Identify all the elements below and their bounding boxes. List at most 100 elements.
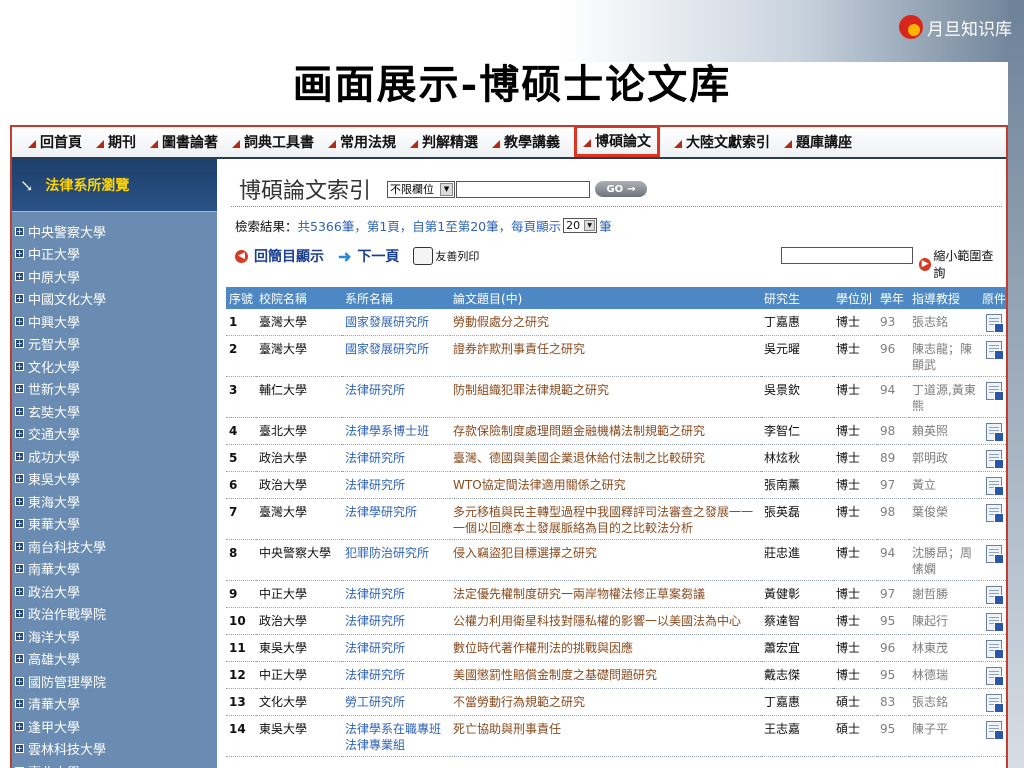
nav-item-6[interactable]: 教學講義	[492, 127, 560, 157]
sidebar-item[interactable]: + 高雄大學	[12, 648, 217, 671]
thesis-title-link[interactable]: 公權力利用衛星科技對隱私權的影響一以美國法為中心	[450, 607, 761, 635]
sidebar-item[interactable]: + 南華大學	[12, 558, 217, 581]
sidebar-item[interactable]: + 逢甲大學	[12, 715, 217, 738]
thesis-title-link[interactable]: 法定優先權制度研究一兩岸物權法修正草案芻議	[450, 580, 761, 608]
expand-icon[interactable]: +	[15, 316, 24, 326]
nav-item-0[interactable]: 回首頁	[28, 127, 82, 157]
sidebar-item[interactable]: + 中正大學	[12, 243, 217, 266]
sidebar-item[interactable]: + 東吳大學	[12, 468, 217, 491]
document-icon[interactable]	[986, 586, 1004, 605]
expand-icon[interactable]: +	[15, 699, 24, 709]
thesis-title-link[interactable]: 不當勞動行為規範之研究	[450, 688, 761, 716]
expand-icon[interactable]: +	[15, 631, 24, 641]
expand-icon[interactable]: +	[15, 249, 24, 259]
sidebar-item[interactable]: + 成功大學	[12, 445, 217, 468]
chevron-down-icon[interactable]: ▼	[440, 182, 454, 196]
sidebar-item[interactable]: + 海洋大學	[12, 625, 217, 648]
print-link[interactable]: 友善列印	[413, 247, 479, 265]
document-icon[interactable]	[986, 314, 1004, 333]
sidebar-item[interactable]: + 南台科技大學	[12, 535, 217, 558]
sidebar-item[interactable]: + 交通大學	[12, 423, 217, 446]
expand-icon[interactable]: +	[15, 429, 24, 439]
thesis-title-link[interactable]: WTO協定間法律適用關係之研究	[450, 471, 761, 499]
chevron-down-icon[interactable]: ▼	[584, 220, 596, 231]
sidebar-item[interactable]: + 世新大學	[12, 378, 217, 401]
thesis-title-link[interactable]: 存款保險制度處理問題金融機構法制規範之研究	[450, 417, 761, 445]
per-page-select[interactable]: 20 ▼	[563, 218, 598, 233]
expand-icon[interactable]: +	[15, 339, 24, 349]
go-button[interactable]: GO →	[595, 181, 648, 197]
sidebar-item[interactable]: + 中原大學	[12, 265, 217, 288]
expand-icon[interactable]: +	[15, 361, 24, 371]
document-icon[interactable]	[986, 667, 1004, 686]
sidebar-item[interactable]: + 東華大學	[12, 513, 217, 536]
sidebar-item[interactable]: + 元智大學	[12, 333, 217, 356]
search-input[interactable]	[456, 180, 591, 198]
sidebar-item[interactable]: +臺北大學	[12, 760, 217, 768]
expand-icon[interactable]: +	[15, 271, 24, 281]
expand-icon[interactable]: +	[15, 721, 24, 731]
document-icon[interactable]	[986, 504, 1004, 523]
nav-item-5[interactable]: 判解精選	[410, 127, 478, 157]
document-icon[interactable]	[986, 450, 1004, 469]
thesis-title-link[interactable]: 數位時代著作權刑法的挑戰與因應	[450, 634, 761, 662]
expand-icon[interactable]: +	[15, 406, 24, 416]
expand-icon[interactable]: +	[15, 294, 24, 304]
document-icon[interactable]	[986, 694, 1004, 713]
degree: 博士	[833, 661, 877, 689]
document-icon[interactable]	[986, 477, 1004, 496]
sidebar-item[interactable]: + 中興大學	[12, 310, 217, 333]
field-select[interactable]: 不限欄位 ▼	[387, 180, 456, 198]
document-icon[interactable]	[986, 423, 1004, 442]
nav-item-8[interactable]: 大陸文獻索引	[674, 127, 770, 157]
expand-icon[interactable]: +	[15, 676, 24, 686]
back-to-list-link[interactable]: ◀ 回簡目顯示	[235, 246, 324, 266]
sidebar-item[interactable]: + 政治大學	[12, 580, 217, 603]
sidebar-item[interactable]: + 國防管理學院	[12, 670, 217, 693]
document-icon[interactable]	[986, 640, 1004, 659]
thesis-title-link[interactable]: 美國懲罰性賠償金制度之基礎問題研究	[450, 661, 761, 689]
expand-icon[interactable]: +	[15, 744, 24, 754]
document-icon[interactable]	[986, 382, 1004, 401]
document-icon[interactable]	[986, 721, 1004, 740]
thesis-title-link[interactable]: 多元移植與民主轉型過程中我國釋評司法審查之發展一一一個以回應本土發展脈絡為目的之…	[450, 498, 761, 540]
sidebar-item[interactable]: + 中國文化大學	[12, 288, 217, 311]
expand-icon[interactable]: +	[15, 496, 24, 506]
expand-icon[interactable]: +	[15, 609, 24, 619]
document-icon[interactable]	[986, 545, 1004, 564]
advisor: 陳起行	[909, 607, 979, 635]
expand-icon[interactable]: +	[15, 519, 24, 529]
expand-icon[interactable]: +	[15, 564, 24, 574]
expand-icon[interactable]: +	[15, 226, 24, 236]
thesis-title-link[interactable]: 死亡協助與刑事責任	[450, 715, 761, 757]
sidebar-item[interactable]: + 政治作戰學院	[12, 603, 217, 626]
expand-icon[interactable]: +	[15, 654, 24, 664]
sidebar-item[interactable]: + 雲林科技大學	[12, 738, 217, 761]
sidebar-item[interactable]: + 東海大學	[12, 490, 217, 513]
nav-item-3[interactable]: 詞典工具書	[232, 127, 314, 157]
thesis-title-link[interactable]: 侵入竊盜犯目標選擇之研究	[450, 539, 761, 581]
expand-icon[interactable]: +	[15, 541, 24, 551]
next-page-link[interactable]: ➜ 下一頁	[338, 246, 399, 266]
document-icon[interactable]	[986, 613, 1004, 632]
expand-icon[interactable]: +	[15, 384, 24, 394]
expand-icon[interactable]: +	[15, 451, 24, 461]
thesis-title-link[interactable]: 防制組織犯罪法律規範之研究	[450, 376, 761, 418]
nav-item-7[interactable]: 博碩論文	[574, 127, 660, 157]
narrow-search-input[interactable]	[781, 247, 913, 264]
expand-icon[interactable]: +	[15, 586, 24, 596]
sidebar-item[interactable]: + 清華大學	[12, 693, 217, 716]
narrow-search-button[interactable]: ▶ 縮小範圍查詢	[919, 247, 1002, 281]
sidebar-item[interactable]: + 文化大學	[12, 355, 217, 378]
nav-item-4[interactable]: 常用法規	[328, 127, 396, 157]
document-icon[interactable]	[986, 341, 1004, 360]
nav-item-1[interactable]: 期刊	[96, 127, 136, 157]
thesis-title-link[interactable]: 勞動假處分之研究	[450, 309, 761, 336]
thesis-title-link[interactable]: 臺灣、德國與美國企業退休給付法制之比較研究	[450, 444, 761, 472]
nav-item-2[interactable]: 圖書論著	[150, 127, 218, 157]
nav-item-9[interactable]: 題庫講座	[784, 127, 852, 157]
expand-icon[interactable]: +	[15, 474, 24, 484]
sidebar-item[interactable]: + 玄奘大學	[12, 400, 217, 423]
thesis-title-link[interactable]: 證券詐欺刑事責任之研究	[450, 335, 761, 377]
sidebar-item[interactable]: + 中央警察大學	[12, 220, 217, 243]
